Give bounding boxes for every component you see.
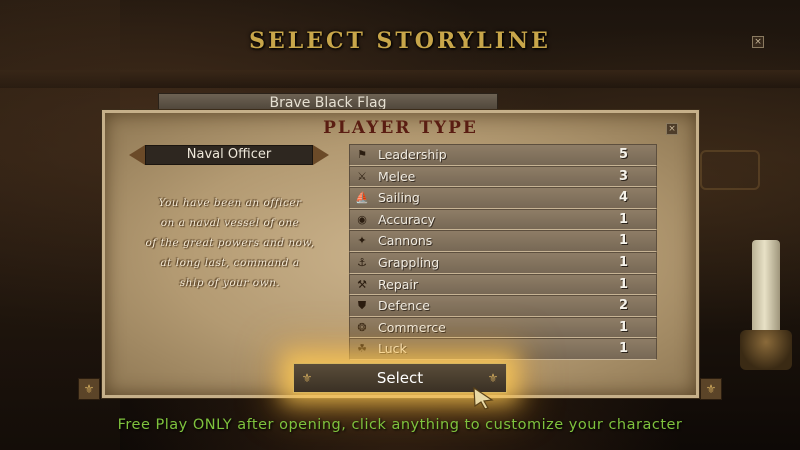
skill-label: Cannons: [378, 233, 433, 249]
description-line: on a naval vessel of one: [160, 217, 300, 229]
skill-value: 5: [618, 147, 628, 162]
ornament-icon: ⚜: [78, 378, 100, 400]
skill-row-commerce[interactable]: ❂ Commerce 1: [349, 316, 657, 339]
cannon-icon: ✦: [357, 234, 367, 248]
description-line: of the great powers and now,: [145, 237, 315, 249]
grappling-hook-icon: ⚓: [357, 255, 367, 269]
skill-row-cannons[interactable]: ✦ Cannons 1: [349, 230, 657, 252]
skill-row-melee[interactable]: ⚔ Melee 3: [349, 165, 657, 188]
panel-title: PLAYER TYPE: [323, 118, 478, 138]
close-screen-icon[interactable]: ×: [752, 36, 764, 48]
skill-row-accuracy[interactable]: ◉ Accuracy 1: [349, 208, 657, 231]
description-line: at long last, command a: [160, 257, 300, 269]
ornament-icon: ⚜: [301, 371, 313, 385]
select-button-label: Select: [376, 369, 424, 387]
skill-label: Leadership: [378, 147, 447, 162]
coins-icon: ❂: [357, 320, 367, 334]
skill-row-sailing[interactable]: ⛵ Sailing 4: [349, 187, 657, 209]
description-line: You have been an officer: [158, 197, 302, 209]
skill-row-leadership[interactable]: ⚑ Leadership 5: [349, 144, 657, 166]
clover-icon: ☘: [357, 342, 367, 356]
crossed-swords-icon: ⚔: [357, 169, 367, 183]
next-type-arrow-icon[interactable]: [313, 145, 329, 165]
skill-row-repair[interactable]: ⚒ Repair 1: [349, 273, 657, 296]
skill-value: 1: [618, 254, 628, 270]
player-type-description: You have been an officer on a naval vess…: [135, 193, 325, 293]
skill-value: 1: [618, 276, 628, 292]
ornament-icon: ⚜: [700, 378, 722, 400]
description-line: ship of your own.: [179, 277, 281, 289]
player-type-name: Naval Officer: [145, 145, 313, 165]
ornament-icon: ⚜: [487, 371, 499, 385]
player-type-panel: PLAYER TYPE × Naval Officer You have bee…: [102, 110, 699, 398]
target-icon: ◉: [357, 212, 367, 226]
mouse-cursor-icon: [473, 386, 494, 410]
skill-row-defence[interactable]: ⛊ Defence 2: [349, 295, 657, 317]
skill-value: 1: [618, 233, 628, 249]
skill-label: Repair: [378, 276, 419, 292]
skill-label: Grappling: [378, 254, 440, 270]
close-panel-icon[interactable]: ×: [666, 123, 678, 135]
skill-value: 1: [618, 211, 628, 227]
candle-holder-decoration: [740, 330, 792, 370]
shield-icon: ⛊: [357, 299, 367, 313]
skill-label: Defence: [378, 298, 430, 314]
skill-label: Sailing: [378, 190, 420, 206]
player-type-selector: Naval Officer: [129, 145, 329, 165]
screen-title: SELECT STORYLINE: [249, 28, 551, 54]
skill-label: Luck: [378, 341, 407, 357]
ceiling-beam: [0, 70, 800, 88]
candle-decoration: [752, 240, 780, 335]
skills-list: ⚑ Leadership 5 ⚔ Melee 3 ⛵ Sailing 4 ◉ Accuracy 1 ✦ C…: [349, 144, 657, 360]
previous-type-arrow-icon[interactable]: [129, 145, 145, 165]
hammer-icon: ⚒: [357, 277, 367, 291]
skill-value: 4: [618, 190, 628, 206]
skill-value: 1: [618, 319, 628, 335]
lantern-decoration: [700, 150, 760, 190]
skill-label: Melee: [378, 168, 416, 184]
flag-icon: ⚑: [357, 148, 367, 161]
skill-value: 2: [618, 298, 628, 314]
sail-icon: ⛵: [355, 191, 369, 205]
skill-label: Accuracy: [378, 211, 436, 227]
footer-hint: Free Play ONLY after opening, click anyt…: [117, 417, 683, 433]
skill-value: 3: [618, 168, 628, 184]
skill-label: Commerce: [378, 319, 446, 335]
skill-row-grappling[interactable]: ⚓ Grappling 1: [349, 251, 657, 274]
skill-row-luck[interactable]: ☘ Luck 1: [349, 338, 657, 360]
skill-value: 1: [618, 341, 628, 357]
